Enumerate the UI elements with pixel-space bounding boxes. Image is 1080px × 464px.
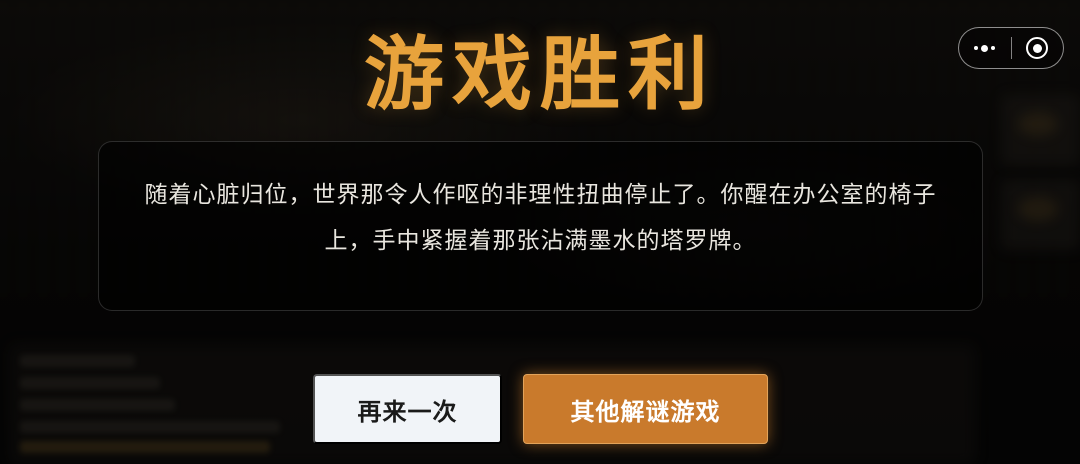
close-target-icon[interactable]	[1011, 28, 1063, 68]
story-message-text: 随着心脏归位，世界那令人作呕的非理性扭曲停止了。你醒在办公室的椅子上，手中紧握着…	[144, 182, 937, 254]
victory-title: 游戏胜利	[364, 27, 716, 121]
more-dots-icon[interactable]	[959, 28, 1011, 68]
other-puzzle-games-button[interactable]: 其他解谜游戏	[523, 374, 768, 444]
retry-button[interactable]: 再来一次	[313, 374, 502, 444]
story-message-panel: 随着心脏归位，世界那令人作呕的非理性扭曲停止了。你醒在办公室的椅子上，手中紧握着…	[98, 141, 983, 311]
miniprogram-capsule	[958, 27, 1064, 69]
